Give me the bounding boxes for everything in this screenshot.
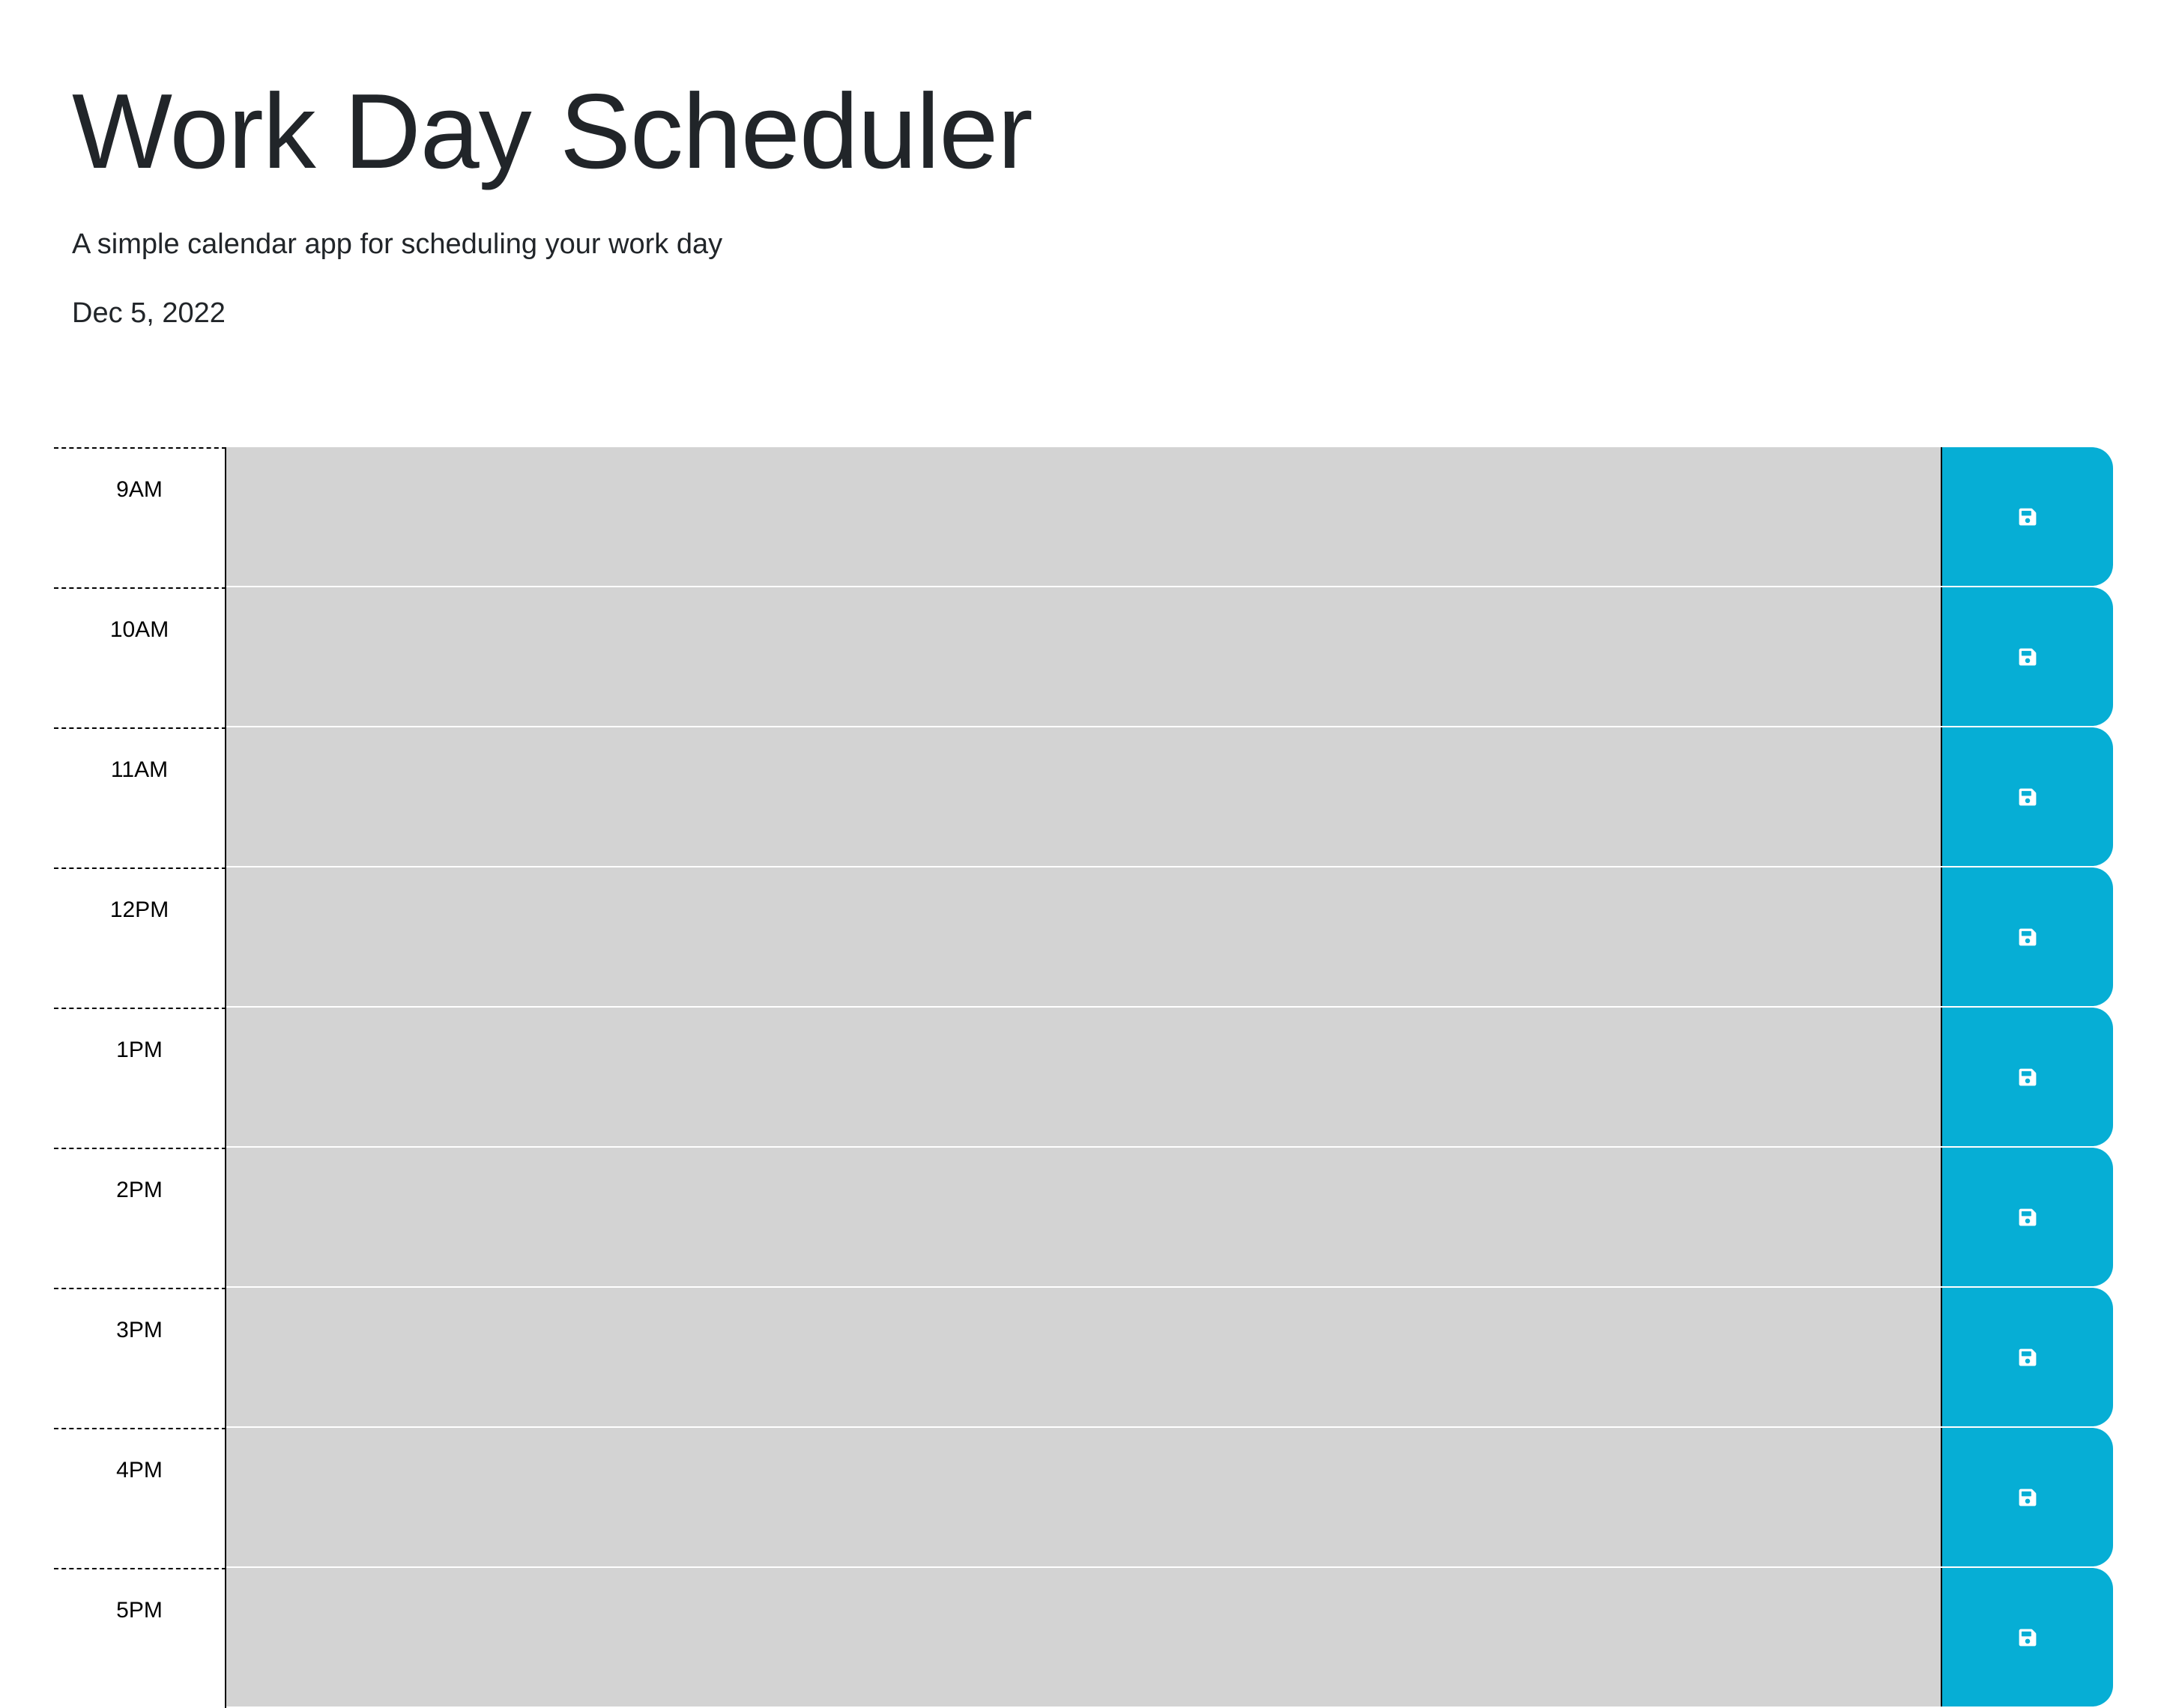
save-button[interactable] <box>1941 867 2113 1006</box>
save-icon <box>2018 1348 2037 1367</box>
hour-label: 12PM <box>54 867 226 1008</box>
event-description-input[interactable] <box>226 867 1941 1008</box>
hour-label: 3PM <box>54 1288 226 1428</box>
page-lead: A simple calendar app for scheduling you… <box>72 228 723 260</box>
hour-label: 9AM <box>54 447 226 587</box>
save-icon <box>2018 507 2037 527</box>
save-icon <box>2018 1628 2037 1647</box>
event-description-input[interactable] <box>226 727 1941 867</box>
time-block-row: 11AM <box>54 727 2113 867</box>
hour-label: 10AM <box>54 587 226 727</box>
save-icon <box>2018 927 2037 947</box>
hour-label: 11AM <box>54 727 226 867</box>
save-button[interactable] <box>1941 727 2113 866</box>
save-icon <box>2018 1208 2037 1227</box>
save-icon <box>2018 1068 2037 1087</box>
event-description-input[interactable] <box>226 1288 1941 1428</box>
event-description-input[interactable] <box>226 1008 1941 1148</box>
hour-label: 1PM <box>54 1008 226 1148</box>
save-icon <box>2018 1488 2037 1507</box>
save-button[interactable] <box>1941 1288 2113 1426</box>
time-block-row: 3PM <box>54 1288 2113 1428</box>
time-block-row: 10AM <box>54 587 2113 727</box>
event-description-input[interactable] <box>226 1568 1941 1708</box>
event-description-input[interactable] <box>226 587 1941 727</box>
event-description-input[interactable] <box>226 1428 1941 1568</box>
save-button[interactable] <box>1941 1428 2113 1566</box>
event-description-input[interactable] <box>226 447 1941 587</box>
save-icon <box>2018 647 2037 667</box>
time-block-row: 4PM <box>54 1428 2113 1568</box>
scheduler-container: 9AM 10AM 11AM 12PM 1PM 2PM 3PM 4PM 5PM <box>54 447 2113 1708</box>
page-header: Work Day Scheduler A simple calendar app… <box>72 64 1870 331</box>
save-button[interactable] <box>1941 1008 2113 1146</box>
time-block-row: 9AM <box>54 447 2113 587</box>
event-description-input[interactable] <box>226 1148 1941 1288</box>
save-button[interactable] <box>1941 1148 2113 1286</box>
save-button[interactable] <box>1941 1568 2113 1707</box>
time-block-row: 12PM <box>54 867 2113 1008</box>
current-day: Dec 5, 2022 <box>72 297 226 329</box>
save-button[interactable] <box>1941 447 2113 586</box>
time-block-row: 1PM <box>54 1008 2113 1148</box>
save-button[interactable] <box>1941 587 2113 726</box>
page-title: Work Day Scheduler <box>72 72 1033 191</box>
hour-label: 4PM <box>54 1428 226 1568</box>
time-block-row: 5PM <box>54 1568 2113 1708</box>
time-block-row: 2PM <box>54 1148 2113 1288</box>
hour-label: 2PM <box>54 1148 226 1288</box>
hour-label: 5PM <box>54 1568 226 1708</box>
save-icon <box>2018 787 2037 807</box>
